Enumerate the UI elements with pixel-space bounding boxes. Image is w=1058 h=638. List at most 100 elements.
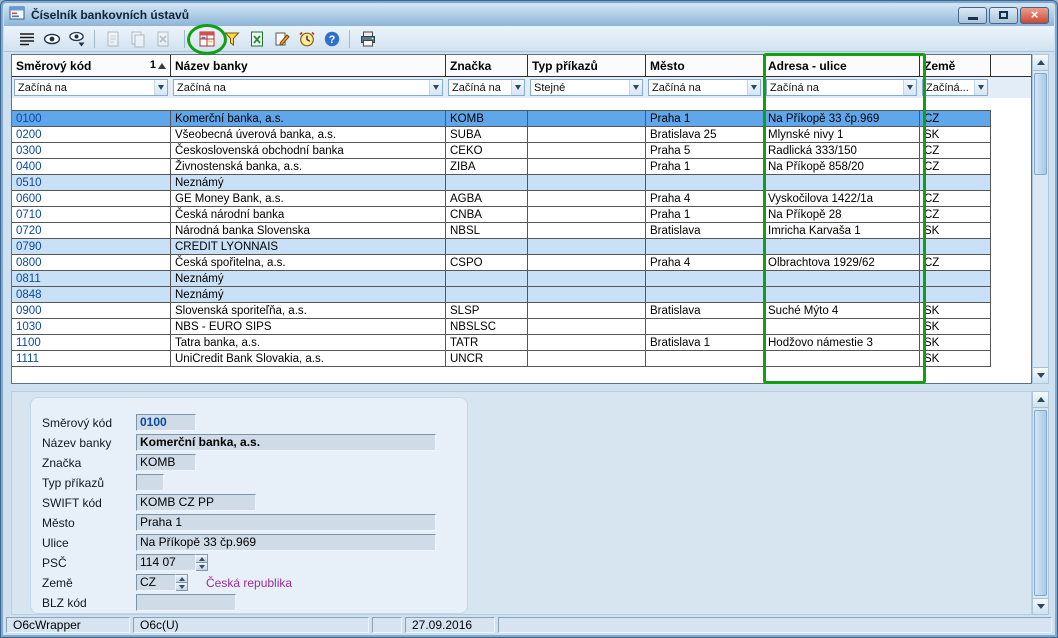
grid-cell <box>920 287 991 303</box>
dropdown-arrow-icon[interactable] <box>974 80 987 95</box>
column-header-3[interactable]: Typ příkazů <box>528 55 646 77</box>
grid-filter-row: Začíná na Začíná na Začíná na Stejné Začíná … <box>12 77 1031 98</box>
preview-eye-icon[interactable] <box>39 28 64 50</box>
scroll-thumb[interactable] <box>1034 410 1047 596</box>
column-header-4[interactable]: Město <box>646 55 764 77</box>
scroll-up-button[interactable] <box>1033 392 1048 408</box>
filter-combo-1[interactable]: Začíná na <box>173 79 443 96</box>
grid-row[interactable]: 0720Národná banka SlovenskaNBSLBratislav… <box>12 223 991 239</box>
grid-cell: CZ <box>920 255 991 271</box>
grid-row[interactable]: 0300Československá obchodní bankaCEKOPra… <box>12 143 991 159</box>
detail-scrollbar[interactable] <box>1032 391 1049 615</box>
grid-insert-gap <box>12 98 1031 110</box>
grid-row[interactable]: 0900Slovenská sporiteľňa, a.s.SLSPBratis… <box>12 303 991 319</box>
grid-cell <box>446 287 528 303</box>
grid-cell <box>528 255 646 271</box>
grid-cell <box>528 303 646 319</box>
grid-cell <box>920 175 991 191</box>
scroll-down-button[interactable] <box>1033 598 1048 614</box>
grid-row[interactable]: 1100Tatra banka, a.s.TATRBratislava 1Hod… <box>12 335 991 351</box>
dropdown-arrow-icon[interactable] <box>747 80 760 95</box>
filter-combo-value: Začíná na <box>449 82 501 94</box>
app-icon <box>9 5 25 26</box>
clock-icon[interactable] <box>294 28 319 50</box>
grid-cell: Bratislava 25 <box>646 127 764 143</box>
grid-row[interactable]: 0510Neznámý <box>12 175 991 191</box>
dropdown-arrow-icon[interactable] <box>629 80 642 95</box>
grid-row[interactable]: 0100Komerční banka, a.s.KOMBPraha 1Na Př… <box>12 111 991 127</box>
grid-cell <box>528 159 646 175</box>
excel-export-icon[interactable] <box>244 28 269 50</box>
grid-cell: 0790 <box>12 239 171 255</box>
edit-record-icon[interactable] <box>269 28 294 50</box>
grid-cell: Neznámý <box>171 287 446 303</box>
close-button[interactable]: × <box>1020 7 1049 24</box>
field-swift-kod[interactable]: KOMB CZ PP <box>136 494 256 511</box>
column-header-5[interactable]: Adresa - ulice <box>764 55 920 77</box>
dropdown-arrow-icon[interactable] <box>429 80 442 95</box>
column-header-6[interactable]: Země <box>920 55 991 77</box>
field-blz-kod[interactable] <box>136 594 236 611</box>
filter-combo-0[interactable]: Začíná na <box>14 79 168 96</box>
filter-combo-6[interactable]: Začíná... <box>922 79 988 96</box>
scroll-up-button[interactable] <box>1033 55 1048 71</box>
grid-row[interactable]: 1111UniCredit Bank Slovakia, a.s.UNCRSK <box>12 351 991 367</box>
dropdown-arrow-icon[interactable] <box>903 80 916 95</box>
spinner-control[interactable] <box>196 554 208 571</box>
grid-row[interactable]: 0848Neznámý <box>12 287 991 303</box>
field-zeme[interactable]: CZ <box>136 574 176 591</box>
status-bar: O6cWrapper O6c(U) 27.09.2016 <box>4 616 1054 634</box>
list-view-icon[interactable] <box>14 28 39 50</box>
dropdown-arrow-icon[interactable] <box>154 80 167 95</box>
grid-cell <box>528 111 646 127</box>
toolbar: ? <box>4 26 1054 52</box>
grid-cell <box>528 287 646 303</box>
filter-icon[interactable] <box>219 28 244 50</box>
grid-row[interactable]: 0710Česká národní bankaCNBAPraha 1Na Pří… <box>12 207 991 223</box>
scroll-thumb[interactable] <box>1034 73 1047 175</box>
spinner-control[interactable] <box>176 574 188 591</box>
field-znacka[interactable]: KOMB <box>136 454 196 471</box>
field-nazev-banky[interactable]: Komerční banka, a.s. <box>136 434 436 451</box>
grid-row[interactable]: 0790CREDIT LYONNAIS <box>12 239 991 255</box>
grid-cell: 0848 <box>12 287 171 303</box>
column-header-1[interactable]: Název banky <box>171 55 446 77</box>
filter-combo-2[interactable]: Začíná na <box>448 79 525 96</box>
arrow-down-icon <box>1037 373 1045 378</box>
minimize-button[interactable] <box>958 7 987 24</box>
view-select-eye-icon[interactable] <box>64 28 89 50</box>
column-header-2[interactable]: Značka <box>446 55 528 77</box>
help-icon[interactable]: ? <box>319 28 344 50</box>
grid-row[interactable]: 0400Živnostenská banka, a.s.ZIBAPraha 1N… <box>12 159 991 175</box>
maximize-button[interactable] <box>989 7 1018 24</box>
grid-row[interactable]: 0600GE Money Bank, a.s.AGBAPraha 4Vyskoč… <box>12 191 991 207</box>
filter-combo-5[interactable]: Začíná na <box>766 79 917 96</box>
grid-cell: GE Money Bank, a.s. <box>171 191 446 207</box>
grid-cell: CREDIT LYONNAIS <box>171 239 446 255</box>
grid-cell: CSPO <box>446 255 528 271</box>
field-ulice[interactable]: Na Příkopě 33 čp.969 <box>136 534 436 551</box>
filter-combo-4[interactable]: Začíná na <box>648 79 761 96</box>
field-smerovy-kod[interactable]: 0100 <box>136 414 196 431</box>
field-mesto[interactable]: Praha 1 <box>136 514 436 531</box>
field-typ-prikazu[interactable] <box>136 474 164 491</box>
grid-cell: Slovenská sporiteľňa, a.s. <box>171 303 446 319</box>
grid-cell: Olbrachtova 1929/62 <box>764 255 920 271</box>
column-header-0[interactable]: Směrový kód1 <box>12 55 171 77</box>
grid-scrollbar[interactable] <box>1032 54 1049 384</box>
grid-row[interactable]: 0811Neznámý <box>12 271 991 287</box>
title-bar[interactable]: Číselník bankovních ústavů × <box>4 4 1054 26</box>
form-grid-icon[interactable] <box>194 28 219 50</box>
grid-row[interactable]: 0200Všeobecná úverová banka, a.s.SUBABra… <box>12 127 991 143</box>
grid-row[interactable]: 0800Česká spořitelna, a.s.CSPOPraha 4Olb… <box>12 255 991 271</box>
dropdown-arrow-icon[interactable] <box>511 80 524 95</box>
filter-combo-value: Začíná... <box>923 82 969 94</box>
printer-icon[interactable] <box>355 28 380 50</box>
scroll-down-button[interactable] <box>1033 367 1048 383</box>
field-psc[interactable]: 114 07 <box>136 554 196 571</box>
grid-cell <box>646 319 764 335</box>
toolbar-separator <box>94 30 95 48</box>
grid-row[interactable]: 1030NBS - EURO SIPSNBSLSCSK <box>12 319 991 335</box>
column-label: Značka <box>450 59 491 73</box>
filter-combo-3[interactable]: Stejné <box>530 79 643 96</box>
